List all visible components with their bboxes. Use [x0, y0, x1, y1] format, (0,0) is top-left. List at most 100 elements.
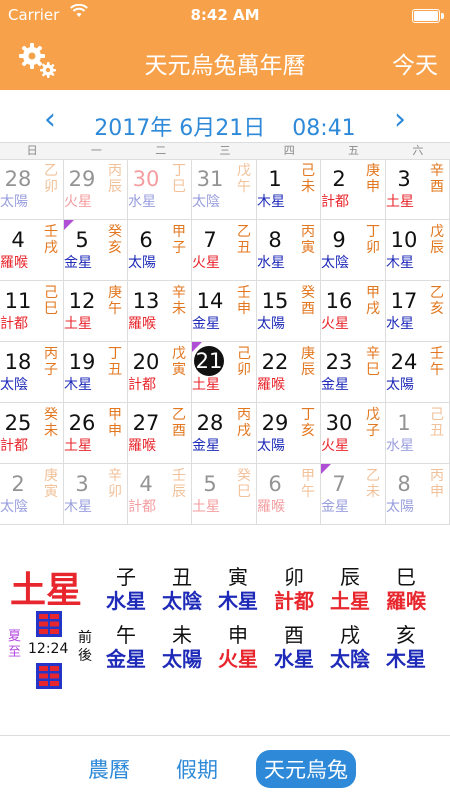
calendar-day[interactable]: 19 丁丑 木星 — [64, 342, 128, 403]
hour-planet: 羅喉 — [386, 589, 426, 613]
earthly-branch: 戌 — [340, 623, 360, 647]
calendar-day[interactable]: 15 癸酉 太陽 — [257, 281, 321, 342]
day-number: 14 — [196, 289, 224, 313]
calendar-day[interactable]: 1 己丑 水星 — [386, 403, 450, 464]
calendar-day[interactable]: 5 癸亥 金星 — [64, 220, 128, 281]
calendar-day[interactable]: 16 甲戌 火星 — [321, 281, 386, 342]
calendar-day[interactable]: 2 庚寅 太陰 — [0, 464, 64, 525]
day-planet-label: 太陽 — [257, 316, 285, 332]
day-planet-label: 羅喉 — [257, 377, 285, 393]
tab-holidays[interactable]: 假期 — [168, 750, 226, 788]
day-number: 30 — [325, 411, 353, 435]
calendar-day[interactable]: 27 乙酉 羅喉 — [128, 403, 192, 464]
hour-slot: 子水星 — [98, 565, 154, 613]
ganzhi-label: 甲戌 — [366, 285, 380, 317]
day-planet-label: 木星 — [257, 194, 285, 210]
calendar-day[interactable]: 18 丙子 太陰 — [0, 342, 64, 403]
calendar-day[interactable]: 2 庚申 計都 — [321, 159, 386, 220]
calendar-day[interactable]: 6 甲子 太陽 — [128, 220, 192, 281]
day-planet-label: 太陽 — [0, 194, 28, 210]
calendar-day[interactable]: 8 丙寅 水星 — [257, 220, 321, 281]
day-number: 28 — [4, 167, 32, 191]
calendar-day[interactable]: 7 乙丑 火星 — [192, 220, 257, 281]
calendar-day[interactable]: 4 壬辰 計都 — [128, 464, 192, 525]
solar-term-time: 12:24 — [28, 641, 69, 657]
hour-slot: 戌太陰 — [322, 623, 378, 671]
calendar-day[interactable]: 20 戊寅 計都 — [128, 342, 192, 403]
day-planet-label: 金星 — [321, 499, 349, 515]
calendar-day[interactable]: 28 乙卯 太陽 — [0, 159, 64, 220]
today-button[interactable]: 今天 — [392, 46, 438, 80]
ganzhi-label: 戊子 — [366, 407, 380, 439]
day-number: 12 — [68, 289, 96, 313]
ganzhi-label: 甲申 — [108, 407, 122, 439]
ganzhi-label: 辛未 — [172, 285, 186, 317]
calendar-day[interactable]: 10 戊辰 木星 — [386, 220, 450, 281]
day-number: 15 — [261, 289, 289, 313]
calendar-day[interactable]: 11 己巳 計都 — [0, 281, 64, 342]
ganzhi-label: 丁丑 — [108, 346, 122, 378]
weekday-thu: 四 — [283, 144, 295, 157]
hour-planet: 土星 — [330, 589, 370, 613]
day-number: 1 — [268, 167, 282, 191]
ganzhi-label: 癸亥 — [108, 224, 122, 256]
calendar-day[interactable]: 13 辛未 羅喉 — [128, 281, 192, 342]
day-planet-label: 火星 — [64, 194, 92, 210]
next-chevron-icon[interactable]: › — [394, 102, 406, 137]
calendar-day[interactable]: 28 丙戌 金星 — [192, 403, 257, 464]
ganzhi-label: 丙子 — [44, 346, 58, 378]
calendar-day[interactable]: 25 癸未 計都 — [0, 403, 64, 464]
calendar-day[interactable]: 17 乙亥 水星 — [386, 281, 450, 342]
calendar-day[interactable]: 1 己未 木星 — [257, 159, 321, 220]
day-planet-label: 水星 — [128, 194, 156, 210]
calendar-day[interactable]: 14 壬申 金星 — [192, 281, 257, 342]
ganzhi-label: 庚寅 — [44, 468, 58, 500]
day-planet: 土星 — [10, 570, 83, 611]
earthly-branch: 酉 — [284, 623, 304, 647]
calendar-day[interactable]: 4 壬戌 羅喉 — [0, 220, 64, 281]
day-planet-label: 計都 — [0, 438, 28, 454]
bottom-tab-bar: 農曆 假期 天元烏兔 — [0, 735, 450, 801]
calendar-day[interactable]: 12 庚午 土星 — [64, 281, 128, 342]
calendar-day[interactable]: 29 丁亥 太陽 — [257, 403, 321, 464]
day-planet-label: 火星 — [321, 316, 349, 332]
current-date-label: 2017年 6月21日 — [94, 116, 266, 141]
earthly-branch: 亥 — [396, 623, 416, 647]
day-planet-label: 土星 — [64, 316, 92, 332]
status-bar: Carrier 8:42 AM — [0, 0, 450, 30]
calendar-day[interactable]: 21 己卯 土星 — [192, 342, 257, 403]
calendar-day[interactable]: 26 甲申 土星 — [64, 403, 128, 464]
calendar-day[interactable]: 29 丙辰 火星 — [64, 159, 128, 220]
day-planet-label: 木星 — [64, 377, 92, 393]
calendar-day[interactable]: 6 甲午 羅喉 — [257, 464, 321, 525]
hour-slot: 午金星 — [98, 623, 154, 671]
day-planet-label: 水星 — [386, 316, 414, 332]
calendar-day[interactable]: 3 辛酉 土星 — [386, 159, 450, 220]
calendar-day[interactable]: 31 戊午 太陰 — [192, 159, 257, 220]
calendar-day[interactable]: 9 丁卯 太陰 — [321, 220, 386, 281]
calendar-day[interactable]: 23 辛巳 金星 — [321, 342, 386, 403]
calendar-day[interactable]: 5 癸巳 土星 — [192, 464, 257, 525]
weekday-fri: 五 — [348, 144, 360, 157]
day-number: 26 — [68, 411, 96, 435]
before-after-label: 前後 — [78, 630, 92, 664]
day-planet-label: 火星 — [192, 255, 220, 271]
day-planet-label: 土星 — [64, 438, 92, 454]
hour-slot: 酉水星 — [266, 623, 322, 671]
calendar-day[interactable]: 30 丁巳 水星 — [128, 159, 192, 220]
calendar-day[interactable]: 7 乙未 金星 — [321, 464, 386, 525]
day-planet-label: 羅喉 — [257, 499, 285, 515]
calendar-day[interactable]: 8 丙申 太陽 — [386, 464, 450, 525]
calendar-day[interactable]: 3 辛卯 木星 — [64, 464, 128, 525]
day-planet-label: 計都 — [128, 499, 156, 515]
current-date[interactable]: 2017年 6月21日 08:41 — [0, 110, 450, 142]
day-planet-label: 太陽 — [386, 377, 414, 393]
tab-tianyuan[interactable]: 天元烏兔 — [256, 750, 356, 788]
day-planet-label: 計都 — [0, 316, 28, 332]
date-navigator: ‹ 2017年 6月21日 08:41 › — [0, 94, 450, 142]
calendar-day[interactable]: 30 戊子 火星 — [321, 403, 386, 464]
tab-lunar[interactable]: 農曆 — [80, 750, 138, 788]
calendar-day[interactable]: 24 壬午 太陽 — [386, 342, 450, 403]
calendar-day[interactable]: 22 庚辰 羅喉 — [257, 342, 321, 403]
ganzhi-label: 庚辰 — [301, 346, 315, 378]
